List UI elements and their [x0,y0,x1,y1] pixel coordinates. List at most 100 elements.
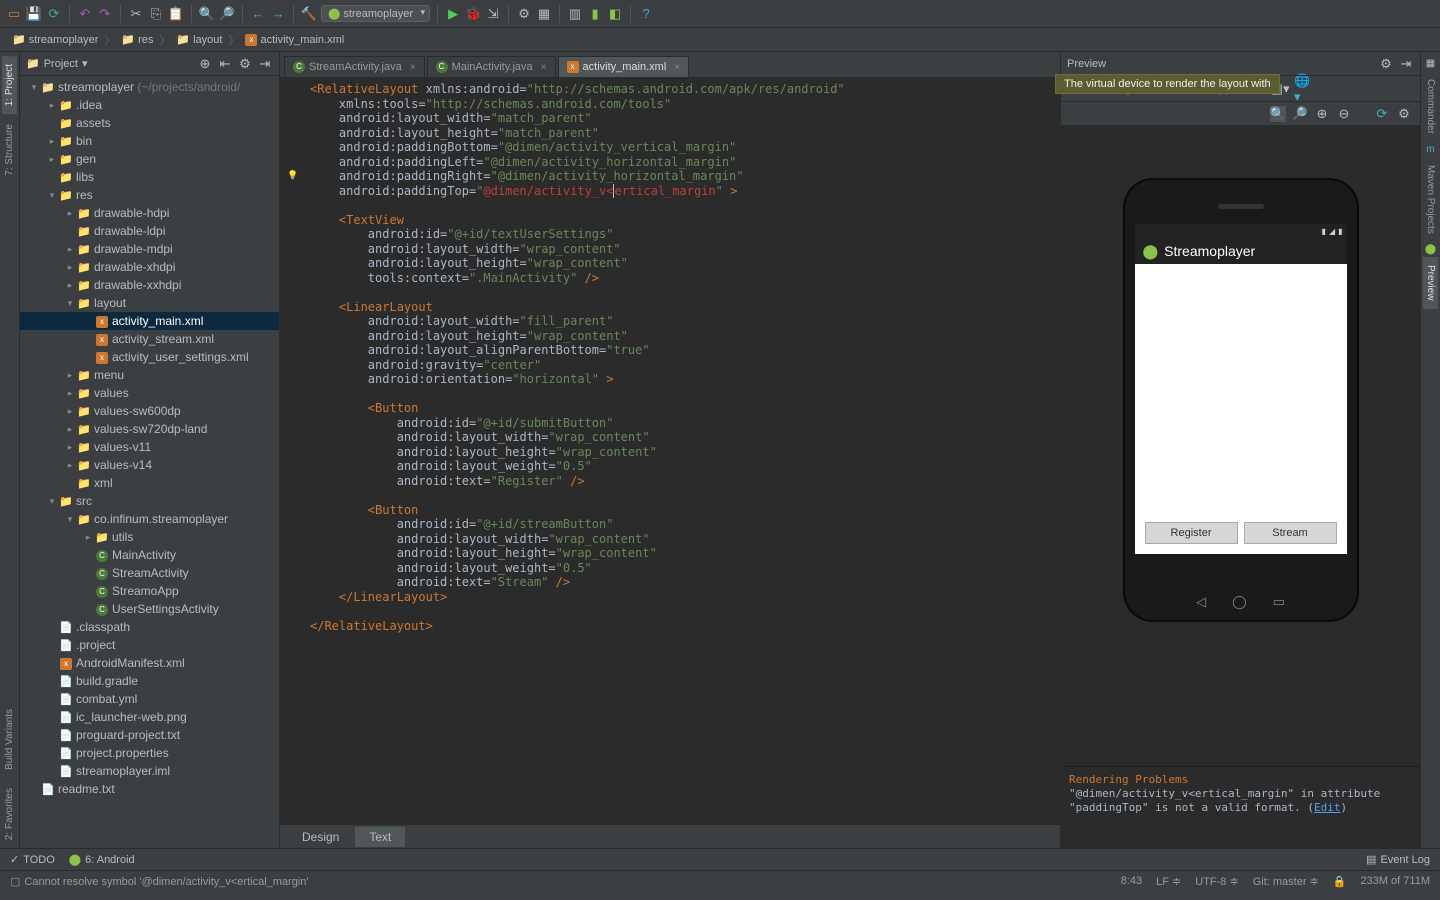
tree-node[interactable]: .project [20,636,279,654]
make-icon[interactable]: 🔨 [301,6,317,22]
find-icon[interactable]: 🔍 [199,6,215,22]
tree-node[interactable]: ▸📁drawable-xxhdpi [20,276,279,294]
locale-icon[interactable]: 🌐▾ [1294,81,1310,97]
tree-node[interactable]: xactivity_main.xml [20,312,279,330]
paste-icon[interactable]: 📋 [168,6,184,22]
help-icon[interactable]: ? [638,6,654,22]
lock-icon[interactable]: 🔒 [1333,875,1347,888]
undo-icon[interactable]: ↶ [77,6,93,22]
tree-node[interactable]: ▸📁values [20,384,279,402]
hide-icon[interactable]: ⇥ [257,56,273,72]
tree-node[interactable]: CStreamActivity [20,564,279,582]
zoom-in-icon[interactable]: ⊕ [1314,106,1330,122]
tree-node[interactable]: ▾📁src [20,492,279,510]
open-icon[interactable]: ▭ [6,6,22,22]
editor-tab[interactable]: xactivity_main.xml× [558,56,690,77]
tree-node[interactable]: ▸📁gen [20,150,279,168]
tree-node[interactable]: ▸📁utils [20,528,279,546]
tree-node[interactable]: ▸📁drawable-xhdpi [20,258,279,276]
tree-node[interactable]: CUserSettingsActivity [20,600,279,618]
gear-icon[interactable]: ⚙ [237,56,253,72]
zoom-actual-icon[interactable]: 🔎 [1292,106,1308,122]
tree-node[interactable]: ▾streamoplayer (~/projects/android/ [20,78,279,96]
tree-node[interactable]: ▸📁values-sw720dp-land [20,420,279,438]
tree-node[interactable]: project.properties [20,744,279,762]
project-tree[interactable]: ▾streamoplayer (~/projects/android/▸📁.id… [20,76,279,848]
tree-node[interactable]: ▸📁values-v11 [20,438,279,456]
collapse-icon[interactable]: ⇤ [217,56,233,72]
memory-indicator[interactable]: 233M of 711M [1360,875,1430,888]
tree-node[interactable]: .classpath [20,618,279,636]
editor-tab[interactable]: CStreamActivity.java× [284,56,425,77]
tree-node[interactable]: CStreamoApp [20,582,279,600]
tree-node[interactable]: CMainActivity [20,546,279,564]
settings-icon[interactable]: ⚙ [516,6,532,22]
tree-node[interactable]: 📁libs [20,168,279,186]
gear-icon[interactable]: ⚙ [1378,56,1394,72]
forward-icon[interactable]: → [270,6,286,22]
tree-node[interactable]: xAndroidManifest.xml [20,654,279,672]
tree-node[interactable]: ▸📁bin [20,132,279,150]
design-tab[interactable]: Design [288,827,353,847]
left-tab-structure[interactable]: 7: Structure [2,116,17,184]
tree-node[interactable]: 📁xml [20,474,279,492]
code-editor[interactable]: <RelativeLayout xmlns:android="http://sc… [280,78,1060,824]
right-tab-commander[interactable]: Commander [1423,71,1438,142]
attach-icon[interactable]: ⇲ [485,6,501,22]
tree-node[interactable]: 📁drawable-ldpi [20,222,279,240]
breadcrumb-item[interactable]: res [117,32,157,47]
run-icon[interactable]: ▶ [445,6,461,22]
close-icon[interactable]: × [410,62,416,73]
android-tab[interactable]: ⬤ 6: Android [69,853,135,866]
tree-node[interactable]: readme.txt [20,780,279,798]
right-tab-preview[interactable]: Preview [1423,257,1438,309]
hide-icon[interactable]: ⇥ [1398,56,1414,72]
tree-node[interactable]: ▸📁drawable-mdpi [20,240,279,258]
tree-node[interactable]: ▾📁co.infinum.streamoplayer [20,510,279,528]
copy-icon[interactable]: ⎘ [148,6,164,22]
maven-icon[interactable]: m [1426,142,1434,157]
sync-icon[interactable]: ⟳ [46,6,62,22]
refresh-icon[interactable]: ⟳ [1374,106,1390,122]
tree-node[interactable]: proguard-project.txt [20,726,279,744]
scroll-to-icon[interactable]: ⊕ [197,56,213,72]
tree-node[interactable]: ▾📁res [20,186,279,204]
back-icon[interactable]: ← [250,6,266,22]
monitor-icon[interactable]: ◧ [607,6,623,22]
project-pane-title[interactable]: Project [44,58,78,70]
edit-link[interactable]: Edit [1314,801,1341,814]
debug-icon[interactable]: 🐞 [465,6,481,22]
tree-node[interactable]: 📁assets [20,114,279,132]
tree-node[interactable]: ic_launcher-web.png [20,708,279,726]
todo-tab[interactable]: ✓ TODO [10,853,55,866]
editor-tab[interactable]: CMainActivity.java× [427,56,556,77]
tree-node[interactable]: ▸📁drawable-hdpi [20,204,279,222]
tree-node[interactable]: xactivity_user_settings.xml [20,348,279,366]
zoom-out-icon[interactable]: ⊖ [1336,106,1352,122]
tree-node[interactable]: ▸📁values-v14 [20,456,279,474]
tree-node[interactable]: streamoplayer.iml [20,762,279,780]
project-structure-icon[interactable]: ▦ [536,6,552,22]
android-preview-icon[interactable]: ⬤ [1425,242,1436,257]
event-log-tab[interactable]: ▤ Event Log [1366,853,1430,866]
breadcrumb-item[interactable]: layout [172,32,226,47]
close-icon[interactable]: × [674,62,680,73]
git-branch[interactable]: Git: master ≑ [1253,875,1319,888]
sdk-icon[interactable]: ▥ [567,6,583,22]
save-icon[interactable]: 💾 [26,6,42,22]
left-tab-project[interactable]: 1: Project [2,56,17,114]
left-tab-build-variants[interactable]: Build Variants [2,701,17,778]
tree-node[interactable]: ▾📁layout [20,294,279,312]
run-config-combo[interactable]: ⬤ streamoplayer [321,5,430,22]
cut-icon[interactable]: ✂ [128,6,144,22]
line-separator[interactable]: LF ≑ [1156,875,1181,888]
tree-node[interactable]: ▸📁menu [20,366,279,384]
encoding[interactable]: UTF-8 ≑ [1195,875,1238,888]
right-tab-maven[interactable]: Maven Projects [1423,157,1438,242]
text-tab[interactable]: Text [355,827,405,847]
replace-icon[interactable]: 🔎 [219,6,235,22]
tree-node[interactable]: ▸📁values-sw600dp [20,402,279,420]
breadcrumb-item[interactable]: xactivity_main.xml [241,33,348,47]
tree-node[interactable]: combat.yml [20,690,279,708]
redo-icon[interactable]: ↷ [97,6,113,22]
